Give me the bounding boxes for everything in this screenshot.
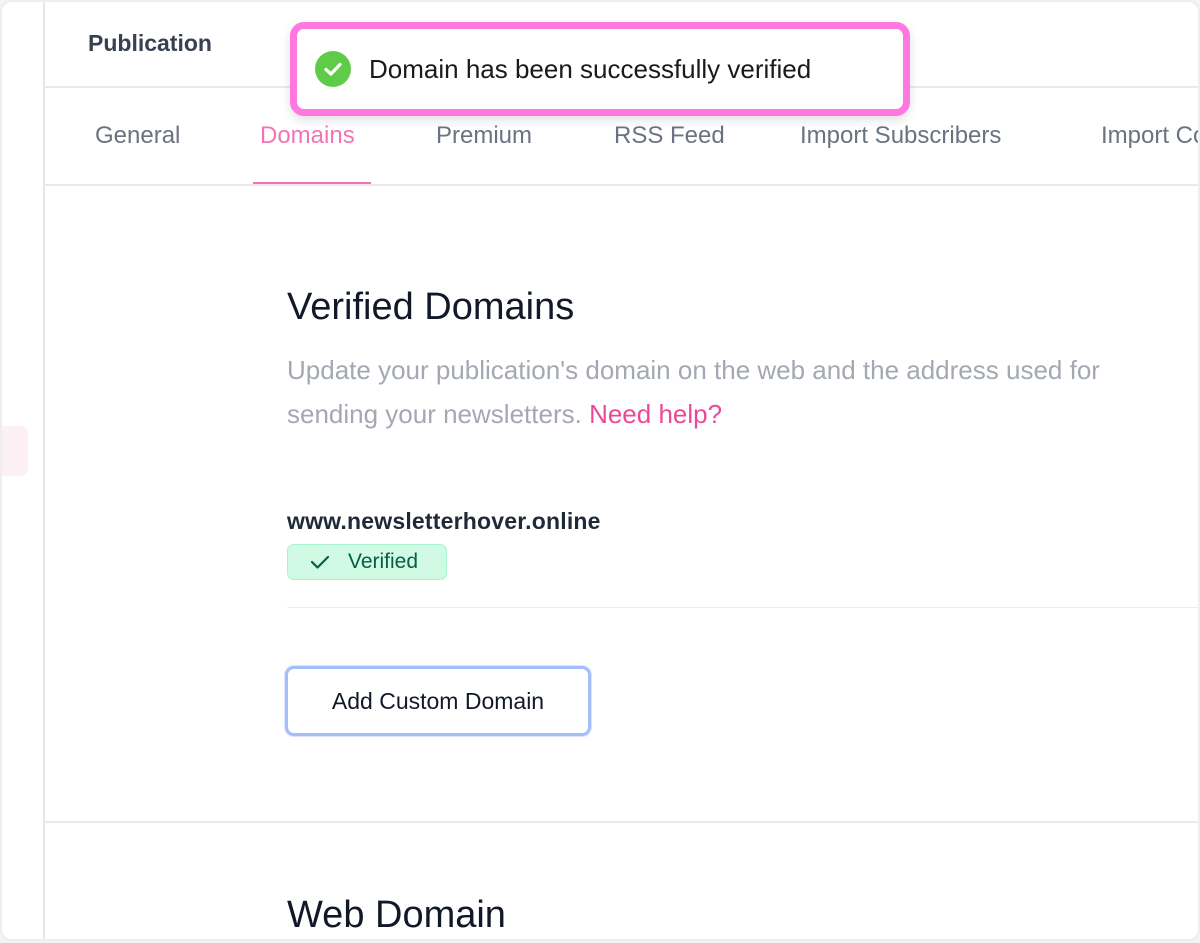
tab-import-subscribers[interactable]: Import Subscribers [800,122,1001,150]
sidebar-active-item[interactable] [2,426,28,476]
badge-label: Verified [348,550,419,573]
tab-rss-feed[interactable]: RSS Feed [614,122,725,150]
tab-premium[interactable]: Premium [436,122,532,150]
active-tab-indicator [253,182,371,184]
verified-domains-title: Verified Domains [287,286,575,328]
checkmark-icon [310,554,330,570]
description-line-1: Update your publication's domain on the … [287,355,1100,385]
web-domain-title: Web Domain [287,894,506,936]
tab-general[interactable]: General [95,122,180,150]
need-help-link[interactable]: Need help? [589,399,722,429]
toast-message: Domain has been successfully verified [369,53,812,84]
verified-status-badge: Verified [287,544,447,580]
section-divider [45,821,1198,823]
main-content: Publication General Domains Premium RSS … [45,2,1198,939]
description-line-2: sending your newsletters. Need help? [287,392,1198,436]
verified-domains-section: Verified Domains [287,286,574,329]
tab-domains[interactable]: Domains [260,122,355,150]
description-text: sending your newsletters. [287,399,582,429]
page-title: Publication [88,30,212,56]
check-circle-icon [315,51,351,87]
web-domain-section: Web Domain [287,894,506,937]
tab-import-content[interactable]: Import Content [1101,122,1198,150]
sidebar [2,2,45,939]
app-frame: Publication General Domains Premium RSS … [0,0,1200,941]
success-toast: Domain has been successfully verified [290,22,910,116]
domain-name: www.newsletterhover.online [287,508,601,534]
domain-divider [287,607,1198,608]
verified-domains-description: Update your publication's domain on the … [287,348,1198,436]
add-custom-domain-button[interactable]: Add Custom Domain [285,666,591,736]
